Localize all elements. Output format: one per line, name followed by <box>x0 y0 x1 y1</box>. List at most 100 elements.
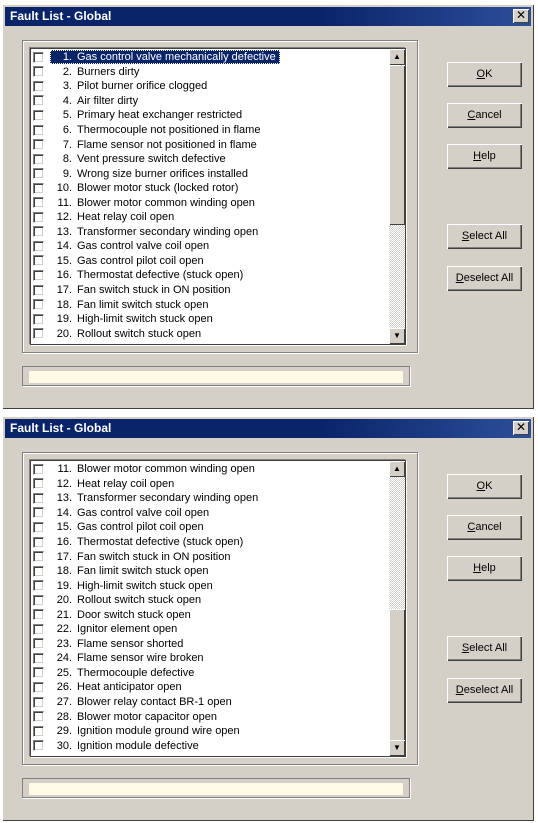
checkbox[interactable] <box>33 299 44 311</box>
list-item[interactable]: 8. Vent pressure switch defective <box>31 152 389 167</box>
checkbox[interactable] <box>33 313 44 325</box>
checkbox[interactable] <box>33 681 44 693</box>
scrollbar-thumb[interactable] <box>389 65 405 225</box>
list-item[interactable]: 16. Thermostat defective (stuck open) <box>31 268 389 283</box>
checkbox[interactable] <box>33 328 44 340</box>
list-item[interactable]: 24. Flame sensor wire broken <box>31 651 389 666</box>
checkbox[interactable] <box>33 652 44 664</box>
list-item[interactable]: 23. Flame sensor shorted <box>31 637 389 652</box>
list-item[interactable]: 26. Heat anticipator open <box>31 680 389 695</box>
checkbox[interactable] <box>33 521 44 533</box>
list-item[interactable]: 7. Flame sensor not positioned in flame <box>31 137 389 152</box>
cancel-button[interactable]: Cancel <box>447 515 522 540</box>
list-item[interactable]: 20. Rollout switch stuck open <box>31 326 389 341</box>
list-item[interactable]: 16. Thermostat defective (stuck open) <box>31 535 389 550</box>
checkbox[interactable] <box>33 696 44 708</box>
list-item[interactable]: 21. Door switch stuck open <box>31 607 389 622</box>
checkbox[interactable] <box>33 153 44 165</box>
checkbox[interactable] <box>33 507 44 519</box>
help-button[interactable]: Help <box>447 556 522 581</box>
checkbox[interactable] <box>33 623 44 635</box>
list-item[interactable]: 10. Blower motor stuck (locked rotor) <box>31 181 389 196</box>
title-bar[interactable]: Fault List - Global ✕ <box>5 419 531 438</box>
scroll-down-arrow-icon[interactable]: ▼ <box>389 328 405 344</box>
checkbox[interactable] <box>33 168 44 180</box>
checkbox[interactable] <box>33 711 44 723</box>
checkbox[interactable] <box>33 95 44 107</box>
list-item[interactable]: 18. Fan limit switch stuck open <box>31 297 389 312</box>
checkbox[interactable] <box>33 269 44 281</box>
help-button[interactable]: Help <box>447 144 522 169</box>
close-button[interactable]: ✕ <box>513 421 529 435</box>
checkbox[interactable] <box>33 51 44 63</box>
checkbox[interactable] <box>33 667 44 679</box>
checkbox[interactable] <box>33 638 44 650</box>
vertical-scrollbar[interactable]: ▲ ▼ <box>389 49 405 344</box>
checkbox[interactable] <box>33 66 44 78</box>
ok-button[interactable]: OK <box>447 474 522 499</box>
checkbox[interactable] <box>33 109 44 121</box>
list-item[interactable]: 20. Rollout switch stuck open <box>31 593 389 608</box>
deselect-all-button[interactable]: Deselect All <box>447 266 522 291</box>
checkbox[interactable] <box>33 139 44 151</box>
fault-listbox[interactable]: 1. Gas control valve mechanically defecti… <box>30 48 406 345</box>
checkbox[interactable] <box>33 492 44 504</box>
checkbox[interactable] <box>33 197 44 209</box>
list-item[interactable]: 1. Gas control valve mechanically defecti… <box>31 50 389 65</box>
title-bar[interactable]: Fault List - Global ✕ <box>5 7 531 26</box>
list-item[interactable]: 30. Ignition module defective <box>31 738 389 753</box>
list-item[interactable]: 6. Thermocouple not positioned in flame <box>31 123 389 138</box>
list-item[interactable]: 17. Fan switch stuck in ON position <box>31 283 389 298</box>
scroll-down-arrow-icon[interactable]: ▼ <box>389 740 405 756</box>
list-item[interactable]: 5. Primary heat exchanger restricted <box>31 108 389 123</box>
scrollbar-thumb[interactable] <box>389 609 405 756</box>
list-item[interactable]: 22. Ignitor element open <box>31 622 389 637</box>
checkbox[interactable] <box>33 80 44 92</box>
list-item[interactable]: 18. Fan limit switch stuck open <box>31 564 389 579</box>
list-item[interactable]: 12. Heat relay coil open <box>31 477 389 492</box>
list-item[interactable]: 15. Gas control pilot coil open <box>31 254 389 269</box>
close-button[interactable]: ✕ <box>513 9 529 23</box>
checkbox[interactable] <box>33 725 44 737</box>
checkbox[interactable] <box>33 594 44 606</box>
fault-listbox[interactable]: 11. Blower motor common winding open 12. He… <box>30 460 406 757</box>
list-item[interactable]: 11. Blower motor common winding open <box>31 195 389 210</box>
list-item[interactable]: 27. Blower relay contact BR-1 open <box>31 695 389 710</box>
list-item[interactable]: 11. Blower motor common winding open <box>31 462 389 477</box>
list-item[interactable]: 9. Wrong size burner orifices installed <box>31 166 389 181</box>
list-item[interactable]: 29. Ignition module ground wire open <box>31 724 389 739</box>
list-item[interactable]: 2. Burners dirty <box>31 65 389 80</box>
checkbox[interactable] <box>33 551 44 563</box>
list-item[interactable]: 13. Transformer secondary winding open <box>31 491 389 506</box>
checkbox[interactable] <box>33 255 44 267</box>
deselect-all-button[interactable]: Deselect All <box>447 678 522 703</box>
list-item[interactable]: 12. Heat relay coil open <box>31 210 389 225</box>
list-item[interactable]: 14. Gas control valve coil open <box>31 239 389 254</box>
checkbox[interactable] <box>33 463 44 475</box>
checkbox[interactable] <box>33 609 44 621</box>
checkbox[interactable] <box>33 565 44 577</box>
checkbox[interactable] <box>33 284 44 296</box>
checkbox[interactable] <box>33 478 44 490</box>
list-item[interactable]: 3. Pilot burner orifice clogged <box>31 79 389 94</box>
ok-button[interactable]: OK <box>447 62 522 87</box>
list-item[interactable]: 25. Thermocouple defective <box>31 666 389 681</box>
scroll-up-arrow-icon[interactable]: ▲ <box>389 49 405 65</box>
list-item[interactable]: 13. Transformer secondary winding open <box>31 225 389 240</box>
list-item[interactable]: 15. Gas control pilot coil open <box>31 520 389 535</box>
checkbox[interactable] <box>33 226 44 238</box>
list-item[interactable]: 14. Gas control valve coil open <box>31 506 389 521</box>
checkbox[interactable] <box>33 182 44 194</box>
list-item[interactable]: 19. High-limit switch stuck open <box>31 312 389 327</box>
checkbox[interactable] <box>33 211 44 223</box>
select-all-button[interactable]: Select All <box>447 224 522 249</box>
select-all-button[interactable]: Select All <box>447 636 522 661</box>
list-item[interactable]: 19. High-limit switch stuck open <box>31 578 389 593</box>
list-item[interactable]: 4. Air filter dirty <box>31 94 389 109</box>
checkbox[interactable] <box>33 536 44 548</box>
list-item[interactable]: 17. Fan switch stuck in ON position <box>31 549 389 564</box>
checkbox[interactable] <box>33 240 44 252</box>
checkbox[interactable] <box>33 124 44 136</box>
checkbox[interactable] <box>33 580 44 592</box>
vertical-scrollbar[interactable]: ▲ ▼ <box>389 461 405 756</box>
